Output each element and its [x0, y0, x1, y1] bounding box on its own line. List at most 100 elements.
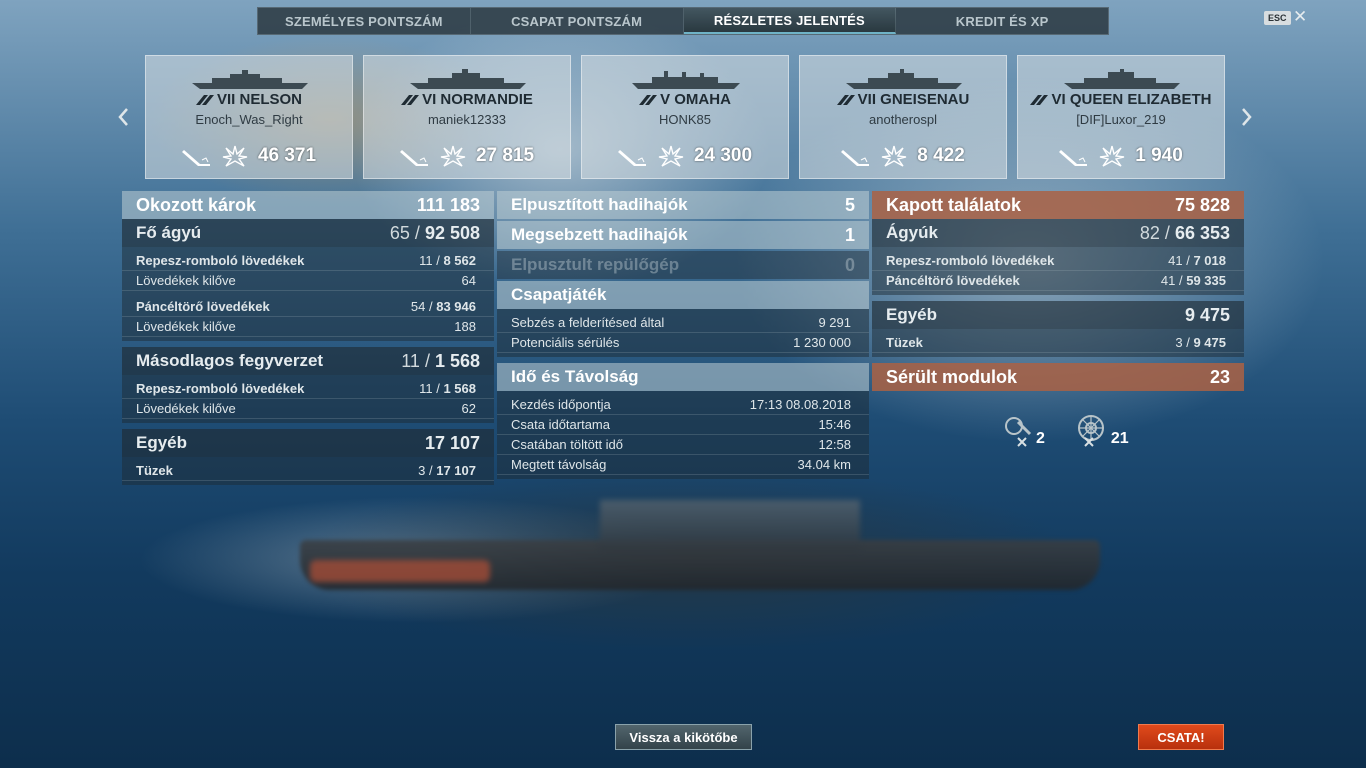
- stat-damage: 9 475: [1193, 335, 1226, 350]
- time-distance-rows: Kezdés időpontja 17:13 08.08.2018 Csata i…: [497, 391, 869, 479]
- ship-name-text: VII GNEISENAU: [857, 91, 970, 108]
- guns-hits: 82: [1139, 222, 1160, 243]
- stat-hits: 41: [1168, 253, 1183, 268]
- damage-value: 8 422: [917, 145, 965, 166]
- stat-label: Repesz-romboló lövedékek: [136, 381, 305, 396]
- destroyed-planes-value: 0: [844, 254, 855, 275]
- stat-value: 3 / 17 107: [418, 463, 476, 478]
- secondary-battery-hits: 11: [401, 350, 420, 371]
- damaged-ships-carousel: VII NELSON Enoch_Was_Right 46 371 VI NOR…: [145, 55, 1225, 179]
- ship-name-text: VI NORMANDIE: [422, 91, 533, 108]
- stat-value: 41 / 7 018: [1168, 253, 1226, 268]
- main-battery-header: Fő ágyú 65 / 92 508: [122, 219, 494, 247]
- stat-value: 12:58: [818, 437, 851, 452]
- stat-row: Csata időtartama 15:46: [497, 415, 869, 435]
- ship-card[interactable]: VI NORMANDIE maniek12333 27 815: [363, 55, 571, 179]
- destroyed-planes-label: Elpusztult repülőgép: [511, 255, 680, 274]
- damaged-modules-icons: 2 21: [1000, 414, 1129, 448]
- stat-row: Páncéltörő lövedékek 54 / 83 946: [122, 297, 494, 317]
- damaged-ships-row: Megsebzett hadihajók 1: [497, 221, 869, 249]
- stat-row: Tüzek 3 / 17 107: [122, 461, 494, 481]
- damage-received-total: 75 828: [1174, 194, 1230, 215]
- main-battery-label: Fő ágyú: [136, 223, 202, 242]
- destroyed-ships-label: Elpusztított hadihajók: [511, 195, 688, 214]
- stat-value: 62: [461, 401, 476, 416]
- ship-silhouette-icon: [192, 70, 308, 89]
- ship-name-text: VI QUEEN ELIZABETH: [1051, 91, 1212, 108]
- ship-card[interactable]: VI QUEEN ELIZABETH [DIF]Luxor_219 1 940: [1017, 55, 1225, 179]
- background-ship-deck: [310, 560, 490, 582]
- ship-card[interactable]: VII NELSON Enoch_Was_Right 46 371: [145, 55, 353, 179]
- other-received-value: 9 475: [1184, 304, 1230, 325]
- stat-value: 41 / 59 335: [1160, 273, 1226, 288]
- stat-value: 17:13 08.08.2018: [749, 397, 851, 412]
- time-distance-label: Idő és Távolság: [511, 367, 639, 386]
- stat-label: Potenciális sérülés: [511, 335, 620, 350]
- other-damage-value: 17 107: [424, 432, 480, 453]
- explosion-icon: [222, 145, 248, 167]
- ship-class-icon: [401, 95, 420, 106]
- back-to-port-button[interactable]: Vissza a kikötőbe: [615, 724, 752, 750]
- main-battery-damage: 92 508: [424, 222, 480, 243]
- stat-damage: 7 018: [1193, 253, 1226, 268]
- other-damage-label: Egyéb: [136, 433, 188, 452]
- explosion-icon: [1100, 145, 1125, 167]
- teamplay-header: Csapatjáték: [497, 281, 869, 309]
- stat-value: 54 / 83 946: [410, 299, 476, 314]
- stat-row: Tüzek 3 / 9 475: [872, 333, 1244, 353]
- main-battery-hits: 65: [389, 222, 410, 243]
- damage-received-header: Kapott találatok 75 828: [872, 191, 1244, 219]
- other-received-header: Egyéb 9 475: [872, 301, 1244, 329]
- stat-value: 11 / 8 562: [419, 253, 476, 268]
- stat-label: Repesz-romboló lövedékek: [886, 253, 1055, 268]
- stat-label: Tüzek: [886, 335, 923, 350]
- destroyed-ships-value: 5: [844, 194, 855, 215]
- secondary-battery-value: 11 / 1 568: [401, 350, 480, 371]
- ship-card[interactable]: V OMAHA HONK85 24 300: [581, 55, 789, 179]
- chevron-left-icon[interactable]: [115, 104, 131, 130]
- tab-personal-score[interactable]: SZEMÉLYES PONTSZÁM: [258, 8, 471, 34]
- stat-label: Páncéltörő lövedékek: [136, 299, 270, 314]
- guns-value: 82 / 66 353: [1139, 222, 1230, 243]
- ship-name: VI QUEEN ELIZABETH: [1018, 91, 1224, 108]
- steering-module-icon: [1077, 415, 1104, 447]
- stat-value: 1 230 000: [793, 335, 851, 350]
- secondary-battery-label: Másodlagos fegyverzet: [136, 351, 324, 370]
- stat-value: 3 / 9 475: [1175, 335, 1226, 350]
- damaged-modules-label: Sérült modulok: [886, 366, 1018, 387]
- stat-row: Lövedékek kilőve 62: [122, 399, 494, 419]
- chevron-right-icon[interactable]: [1239, 104, 1255, 130]
- stat-row: Repesz-romboló lövedékek 11 / 1 568: [122, 379, 494, 399]
- stat-damage: 1 568: [443, 381, 476, 396]
- other-received-label: Egyéb: [886, 305, 938, 324]
- stat-label: Csata időtartama: [511, 417, 610, 432]
- stat-damage: 8 562: [443, 253, 476, 268]
- main-battery-rows: Repesz-romboló lövedékek 11 / 8 562 Löved…: [122, 247, 494, 341]
- tab-credits-xp[interactable]: KREDIT ÉS XP: [896, 8, 1108, 34]
- other-damage-rows: Tüzek 3 / 17 107: [122, 457, 494, 485]
- teamplay-rows: Sebzés a felderítésed által 9 291 Potenci…: [497, 309, 869, 357]
- gun-module-icon: [1005, 417, 1032, 447]
- ship-silhouette-icon: [1064, 69, 1180, 89]
- battle-summary-panel: Elpusztított hadihajók 5 Megsebzett hadi…: [497, 191, 869, 479]
- tab-team-score[interactable]: CSAPAT PONTSZÁM: [471, 8, 684, 34]
- stat-label: Repesz-romboló lövedékek: [136, 253, 305, 268]
- tab-detailed-report[interactable]: RÉSZLETES JELENTÉS: [683, 8, 897, 34]
- ship-silhouette-icon: [410, 69, 526, 89]
- stat-value: 15:46: [818, 417, 851, 432]
- ship-name-text: V OMAHA: [660, 91, 731, 108]
- damage-dealt-panel: Okozott károk 111 183 Fő ágyú 65 / 92 50…: [122, 191, 494, 485]
- explosion-icon: [658, 145, 684, 167]
- stat-label: Csatában töltött idő: [511, 437, 624, 452]
- close-icon[interactable]: ✕: [1293, 8, 1307, 25]
- other-damage-header: Egyéb 17 107: [122, 429, 494, 457]
- stat-label: Lövedékek kilőve: [136, 401, 236, 416]
- ship-class-icon: [639, 95, 658, 106]
- player-name: [DIF]Luxor_219: [1076, 112, 1166, 127]
- other-received-rows: Tüzek 3 / 9 475: [872, 329, 1244, 357]
- damage-value: 1 940: [1135, 145, 1183, 166]
- ship-class-icon: [195, 95, 214, 106]
- explosion-icon: [882, 145, 907, 167]
- ship-card[interactable]: VII GNEISENAU anotherospl 8 422: [799, 55, 1007, 179]
- battle-button[interactable]: CSATA!: [1138, 724, 1224, 750]
